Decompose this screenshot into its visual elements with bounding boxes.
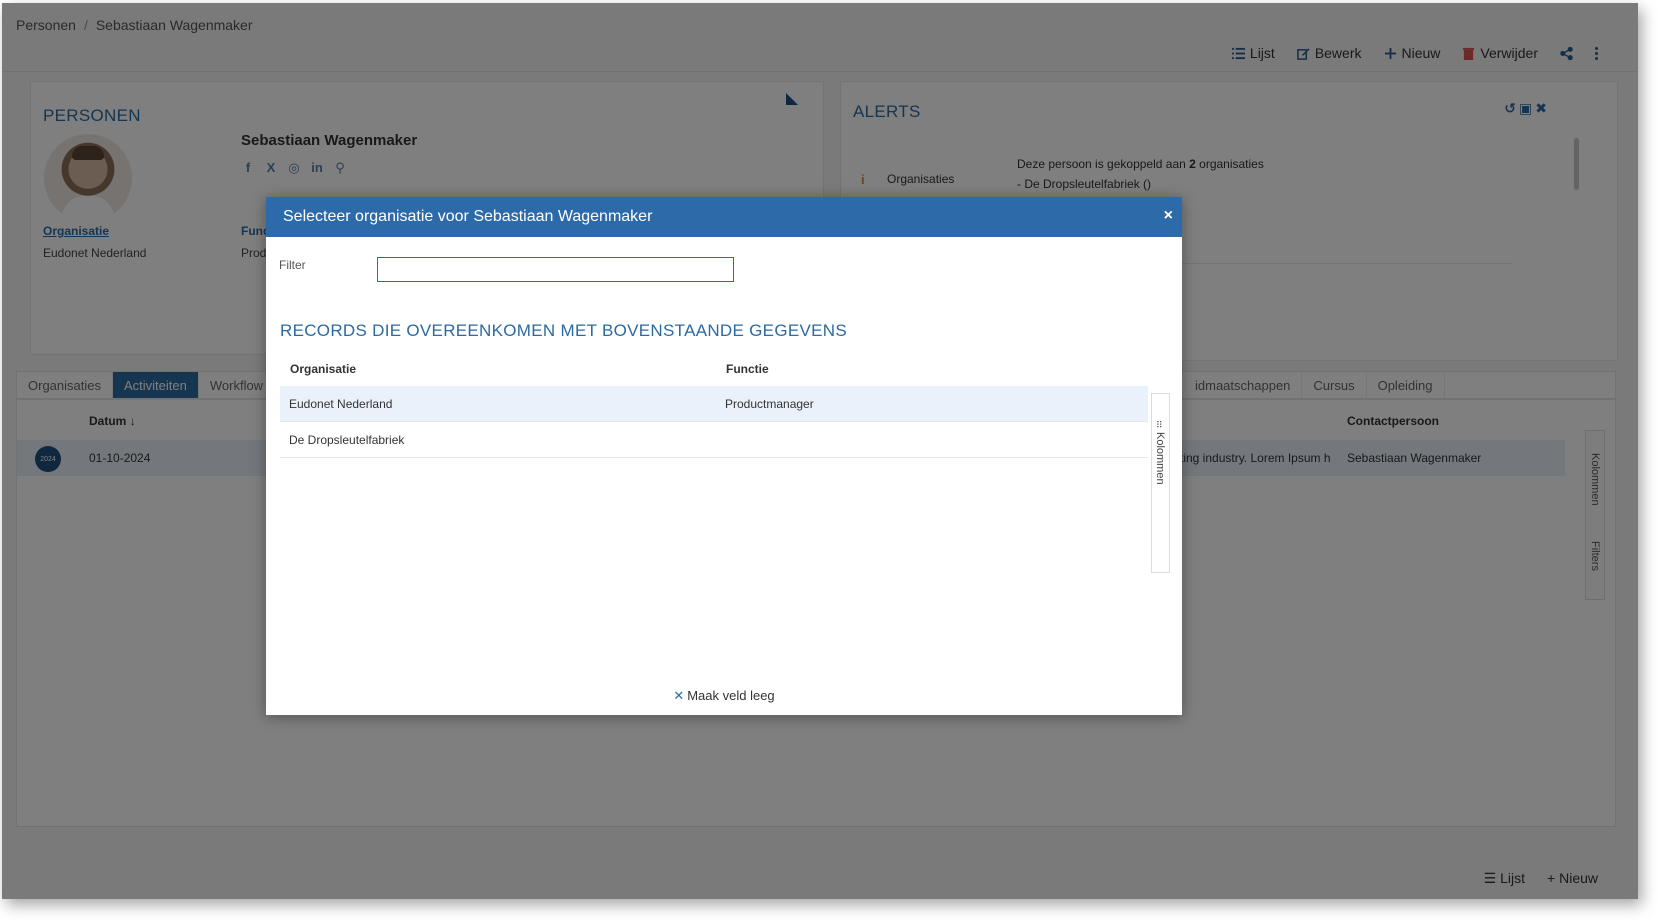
modal-header: Selecteer organisatie voor Sebastiaan Wa… [266,197,1182,237]
table-row[interactable]: De Dropsleutelfabriek [280,422,1148,458]
clear-field-label: Maak veld leeg [687,688,775,703]
filter-label: Filter [279,258,306,272]
clear-icon: ✕ [673,688,685,703]
records-title: RECORDS DIE OVEREENKOMEN MET BOVENSTAAND… [280,321,847,340]
row-organisation: Eudonet Nederland [289,397,393,411]
column-function[interactable]: Functie [726,362,769,376]
column-organisation[interactable]: Organisatie [290,362,356,376]
grip-icon: ⠿ [1156,420,1163,430]
modal-columns-panel[interactable]: ⠿ Kolommen [1151,393,1170,573]
close-icon[interactable]: × [1164,207,1173,225]
table-row[interactable]: Eudonet Nederland Productmanager [280,386,1148,422]
row-organisation: De Dropsleutelfabriek [289,433,405,447]
row-function: Productmanager [725,397,814,411]
modal-columns-label: Kolommen [1154,432,1166,485]
select-organisation-modal: Selecteer organisatie voor Sebastiaan Wa… [266,197,1182,715]
filter-input[interactable] [377,257,734,282]
modal-title: Selecteer organisatie voor Sebastiaan Wa… [283,208,653,225]
clear-field-button[interactable]: ✕ Maak veld leeg [266,688,1182,704]
app-window: Personen / Sebastiaan Wagenmaker Lijst B… [2,3,1638,899]
